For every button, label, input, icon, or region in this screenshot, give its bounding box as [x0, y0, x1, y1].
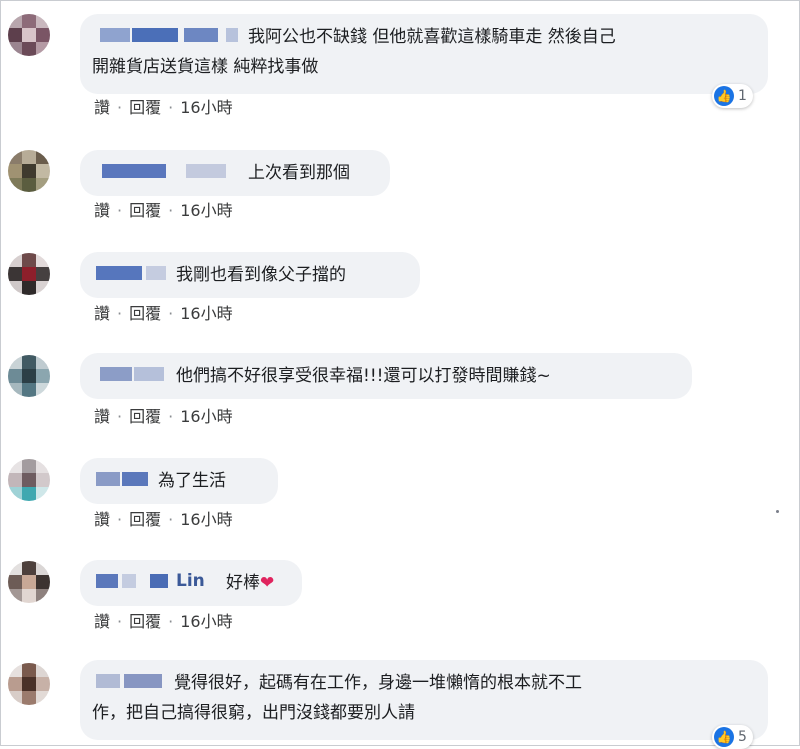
like-link[interactable]: 讚	[94, 406, 110, 428]
reaction-count: 5	[738, 729, 747, 745]
reply-link[interactable]: 回覆	[129, 97, 161, 119]
comment-actions: 讚 · 回覆 · 16小時	[94, 97, 233, 119]
separator-dot: ·	[117, 98, 123, 117]
comment-actions: 讚 · 回覆 · 16小時	[94, 611, 233, 633]
like-link[interactable]: 讚	[94, 509, 110, 531]
commenter-name[interactable]	[92, 672, 168, 690]
comment-bubble: 我阿公也不缺錢 但他就喜歡這樣騎車走 然後自己 開雜貨店送貨這樣 純粹找事做	[80, 14, 768, 94]
commenter-name[interactable]: Lin	[92, 571, 220, 591]
heart-emoji: ❤	[260, 573, 275, 593]
separator-dot: ·	[117, 407, 123, 426]
comment-bubble: 他們搞不好很享受很幸福!!!還可以打發時間賺錢~	[80, 353, 692, 399]
avatar[interactable]	[8, 663, 50, 705]
reaction-badge[interactable]: 👍 5	[712, 725, 753, 749]
reaction-badge[interactable]: 👍 1	[712, 84, 753, 108]
comment-text: 覺得很好，起碼有在工作，身邊一堆懶惰的根本就不工	[174, 673, 582, 693]
comment-actions: 讚 · 回覆 · 16小時	[94, 406, 233, 428]
comment-actions: 讚 · 回覆 · 16小時	[94, 200, 233, 222]
commenter-name[interactable]	[92, 162, 242, 180]
avatar[interactable]	[8, 14, 50, 56]
avatar[interactable]	[8, 355, 50, 397]
separator-dot: ·	[168, 407, 174, 426]
like-link[interactable]: 讚	[94, 303, 110, 325]
comment-bubble: 覺得很好，起碼有在工作，身邊一堆懶惰的根本就不工 作，把自己搞得很窮，出門沒錢都…	[80, 660, 768, 740]
comment-bubble: Lin 好棒❤	[80, 560, 302, 606]
separator-dot	[776, 510, 779, 513]
separator-dot: ·	[117, 510, 123, 529]
comment-text: 好棒	[226, 573, 260, 593]
comment-text-cont: 作，把自己搞得很窮，出門沒錢都要別人請	[92, 703, 415, 723]
reply-link[interactable]: 回覆	[129, 303, 161, 325]
comment-bubble: 為了生活	[80, 458, 278, 504]
avatar[interactable]	[8, 150, 50, 192]
commenter-name[interactable]	[92, 365, 170, 383]
separator-dot: ·	[117, 612, 123, 631]
commenter-name[interactable]	[92, 470, 152, 488]
timestamp[interactable]: 16小時	[180, 406, 232, 428]
separator-dot: ·	[117, 201, 123, 220]
separator-dot: ·	[168, 98, 174, 117]
like-link[interactable]: 讚	[94, 611, 110, 633]
timestamp[interactable]: 16小時	[180, 303, 232, 325]
separator-dot: ·	[168, 201, 174, 220]
timestamp[interactable]: 16小時	[180, 611, 232, 633]
like-link[interactable]: 讚	[94, 97, 110, 119]
thumbs-up-icon: 👍	[714, 727, 734, 747]
like-link[interactable]: 讚	[94, 200, 110, 222]
reply-link[interactable]: 回覆	[129, 406, 161, 428]
separator-dot: ·	[168, 612, 174, 631]
reply-link[interactable]: 回覆	[129, 200, 161, 222]
separator-dot: ·	[168, 510, 174, 529]
commenter-name-visible: Lin	[176, 571, 205, 591]
comment-text: 上次看到那個	[248, 163, 350, 183]
comment-actions: 讚 · 回覆 · 16小時	[94, 509, 233, 531]
separator-dot: ·	[117, 304, 123, 323]
comment-text: 為了生活	[158, 471, 226, 491]
reply-link[interactable]: 回覆	[129, 611, 161, 633]
comment-text: 我阿公也不缺錢 但他就喜歡這樣騎車走 然後自己	[248, 27, 616, 47]
comment-actions: 讚 · 回覆 · 16小時	[94, 303, 233, 325]
comment-bubble: 上次看到那個	[80, 150, 390, 196]
comment-bubble: 我剛也看到像父子擋的	[80, 252, 420, 298]
timestamp[interactable]: 16小時	[180, 200, 232, 222]
avatar[interactable]	[8, 253, 50, 295]
comment-text: 他們搞不好很享受很幸福!!!還可以打發時間賺錢~	[176, 366, 551, 386]
commenter-name[interactable]	[92, 264, 170, 282]
reply-link[interactable]: 回覆	[129, 509, 161, 531]
reaction-count: 1	[738, 88, 747, 104]
avatar[interactable]	[8, 561, 50, 603]
avatar[interactable]	[8, 459, 50, 501]
comment-text: 我剛也看到像父子擋的	[176, 265, 346, 285]
commenter-name[interactable]	[92, 26, 242, 44]
timestamp[interactable]: 16小時	[180, 97, 232, 119]
comment-text-cont: 開雜貨店送貨這樣 純粹找事做	[92, 57, 319, 77]
thumbs-up-icon: 👍	[714, 86, 734, 106]
timestamp[interactable]: 16小時	[180, 509, 232, 531]
separator-dot: ·	[168, 304, 174, 323]
